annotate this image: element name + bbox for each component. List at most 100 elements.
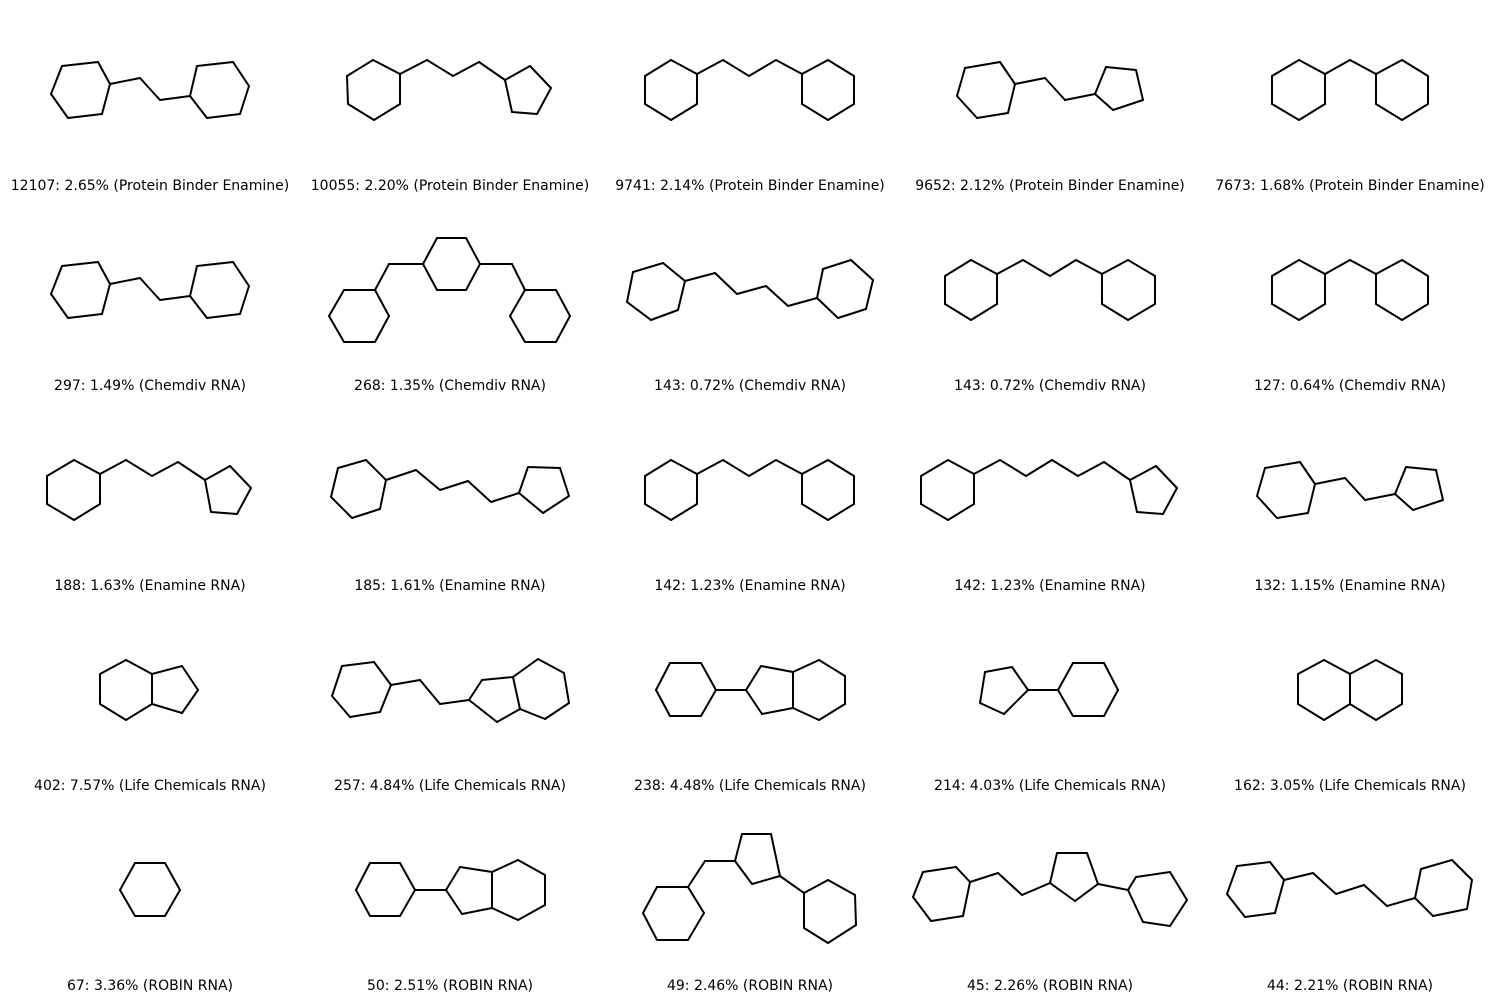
bond [99,703,127,721]
bond [331,695,351,718]
bond [816,268,824,299]
bond [1401,103,1429,121]
molecule-cell: 45: 2.26% (ROBIN RNA) [900,800,1200,1000]
molecule-structure [644,59,855,121]
bond [1297,659,1325,675]
bond [760,665,794,673]
bond [1299,461,1316,485]
bond [1435,469,1444,501]
bond [644,59,672,77]
bond [996,259,1024,275]
bond [670,459,698,475]
bond [1432,908,1468,917]
bond [984,666,1013,673]
bond [1324,259,1351,275]
bond [1103,461,1131,481]
molecule-caption: 132: 1.15% (Enamine RNA) [1254,578,1446,594]
bond [1051,459,1079,477]
molecule-caption: 7673: 1.68% (Protein Binder Enamine) [1215,178,1485,194]
bond [1049,882,1076,902]
bond [330,467,339,498]
bond [481,676,514,681]
molecule-structure [346,59,552,121]
molecule-cell: 12107: 2.65% (Protein Binder Enamine) [0,0,300,200]
bond [642,912,658,941]
bond [745,665,762,691]
bond [50,65,63,95]
bond [1264,461,1301,469]
bond [1129,465,1157,481]
bond [1375,103,1403,121]
molecule-caption: 185: 1.61% (Enamine RNA) [354,578,546,594]
molecule-cell: 127: 0.64% (Chemdiv RNA) [1200,200,1500,400]
bond [1349,703,1377,721]
bond [734,860,753,885]
molecule-cell: 143: 0.72% (Chemdiv RNA) [900,200,1200,400]
bond [962,881,971,917]
bond [1256,467,1266,497]
bond [1466,879,1473,910]
bond [151,703,183,714]
bond [1244,912,1276,918]
molecule-caption: 45: 2.26% (ROBIN RNA) [966,978,1133,994]
bond [459,866,493,873]
bond [1155,465,1178,489]
bond [544,702,570,720]
molecule-cell: 214: 4.03% (Life Chemicals RNA) [900,600,1200,800]
molecule-structure [1256,461,1444,519]
bond [650,309,679,321]
bond [1127,303,1156,321]
bond [512,658,539,678]
bond [379,479,387,510]
bond [151,461,179,477]
bond [714,272,738,295]
bond [468,699,498,723]
bond [1401,259,1429,277]
bond [542,495,570,514]
bond [346,59,374,77]
bond [944,303,972,321]
molecule-caption: 143: 0.72% (Chemdiv RNA) [654,378,846,394]
bond [467,480,492,503]
bond [670,59,698,75]
molecule-caption: 268: 1.35% (Chemdiv RNA) [354,378,546,394]
molecule-structure [46,459,252,521]
bond [1127,259,1156,277]
bond [626,301,652,321]
bond [337,459,367,469]
molecule-caption: 142: 1.23% (Enamine RNA) [954,578,1146,594]
molecule-cell: 67: 3.36% (ROBIN RNA) [0,800,300,1000]
bond [670,503,698,521]
bond [229,465,252,489]
bond [509,289,526,317]
bond [801,59,829,75]
bond [461,907,493,915]
bond [687,912,705,941]
bond [330,496,353,519]
molecule-structure [644,459,855,521]
bond [655,662,671,691]
bond [801,103,829,121]
bond [563,672,570,704]
bond [1412,499,1444,511]
bond [970,259,998,275]
bond [399,889,416,917]
bond [1349,659,1377,675]
bond [119,862,136,891]
bond [518,466,529,494]
bond [445,889,463,915]
bond [700,662,717,691]
bond [1298,103,1326,121]
bond [189,295,208,319]
bond [159,95,191,101]
bond [164,889,181,917]
molecule-cell: 10055: 2.20% (Protein Binder Enamine) [300,0,600,200]
molecule-cell: 9741: 2.14% (Protein Binder Enamine) [600,0,900,200]
bond [1169,871,1188,901]
bond [775,459,803,475]
molecule-caption: 214: 4.03% (Life Chemicals RNA) [934,778,1166,794]
molecule-grid: 12107: 2.65% (Protein Binder Enamine) 10… [0,0,1500,1000]
bond [765,285,789,307]
bond [328,315,345,343]
bond [419,679,441,705]
